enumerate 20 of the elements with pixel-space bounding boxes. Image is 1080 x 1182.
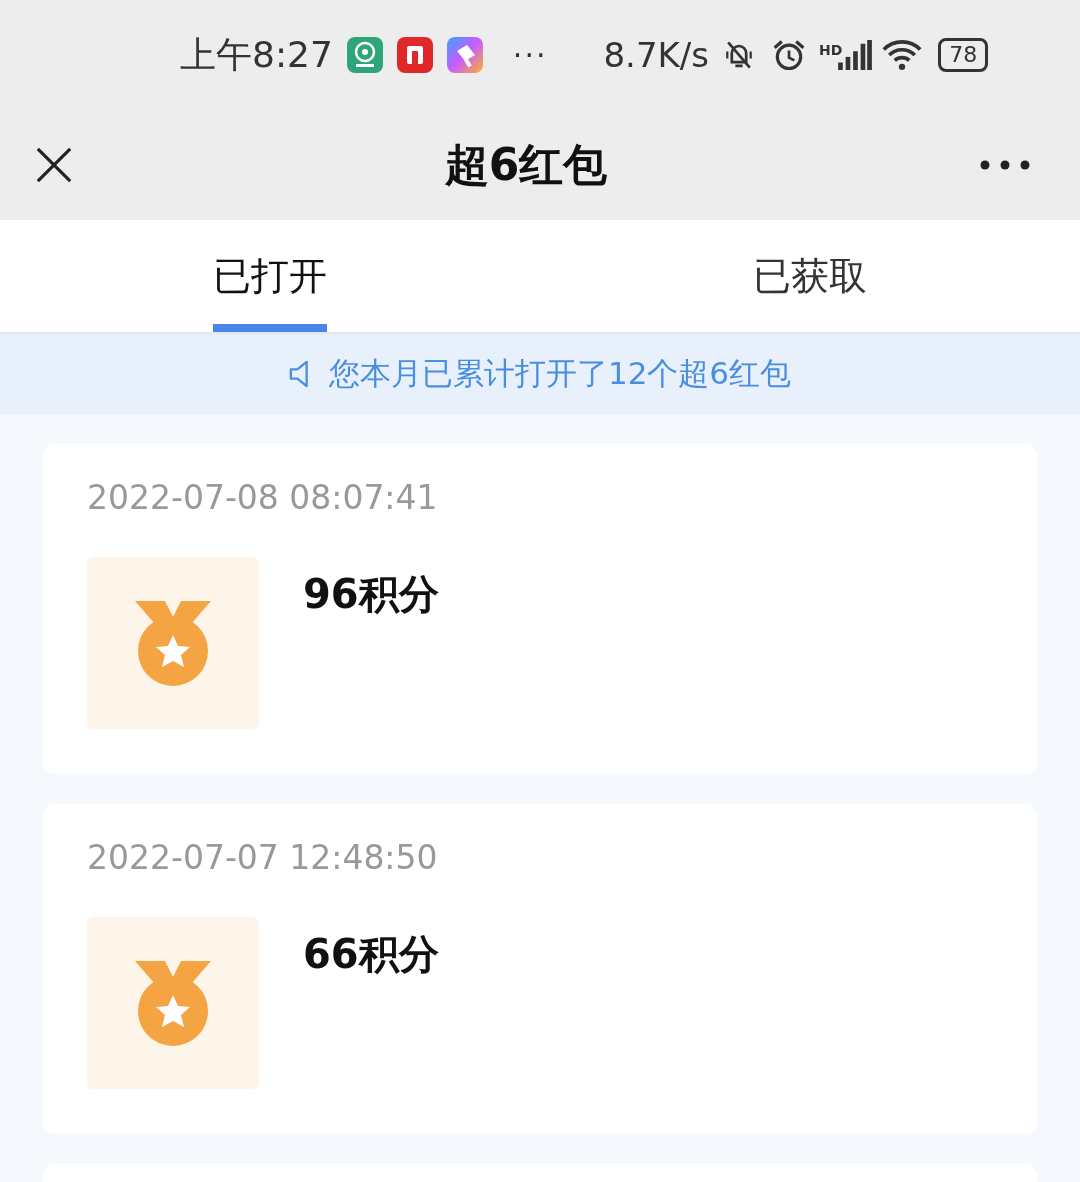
close-icon[interactable] xyxy=(36,147,72,183)
reward-points: 66积分 xyxy=(303,930,439,979)
notice-text: 您本月已累计打开了12个超6红包 xyxy=(328,354,792,393)
signal-label: HD xyxy=(819,42,843,58)
more-notifications: ··· xyxy=(512,37,548,73)
medal-icon xyxy=(87,917,259,1089)
record-time: 2022-07-08 08:07:41 xyxy=(87,478,439,517)
medal-icon xyxy=(87,557,259,729)
page-title: 超6红包 xyxy=(444,137,608,192)
app-icon xyxy=(346,37,383,73)
network-speed: 8.7K/s xyxy=(603,35,709,75)
more-icon[interactable] xyxy=(980,160,1030,170)
status-time: 上午8:27 xyxy=(180,32,333,77)
tab[interactable]: 已获取 xyxy=(753,220,867,332)
battery-indicator: 78 xyxy=(938,38,989,72)
wifi-icon xyxy=(882,37,923,73)
app-icon xyxy=(446,37,483,73)
app-icon xyxy=(396,37,433,73)
record-time: 2022-07-07 12:48:50 xyxy=(87,838,439,877)
reward-points: 96积分 xyxy=(303,570,439,619)
